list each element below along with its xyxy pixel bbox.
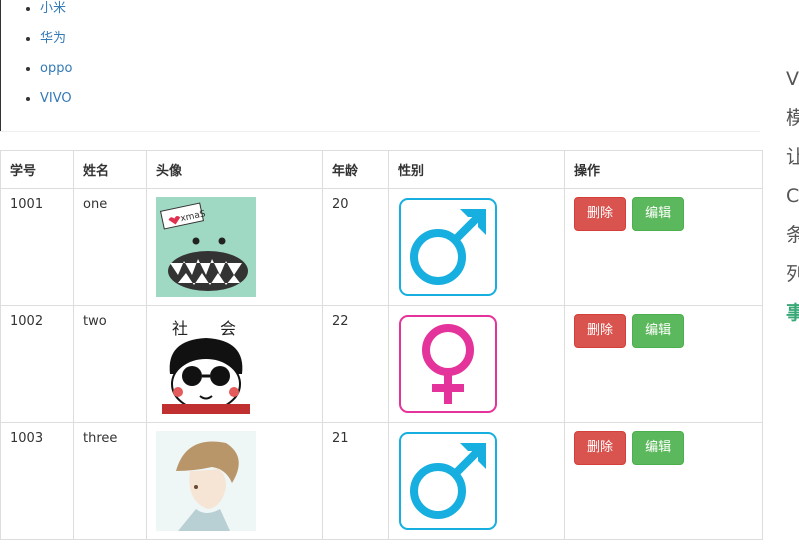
avatar-portrait-image — [156, 431, 256, 531]
brand-link-huawei[interactable]: 华为 — [40, 31, 66, 46]
cell-age: 21 — [322, 422, 389, 540]
edit-button[interactable]: 编辑 — [632, 197, 685, 231]
delete-button[interactable]: 删除 — [574, 197, 627, 231]
side-text: 模 — [786, 107, 799, 129]
cell-actions: 删除 编辑 — [564, 422, 763, 540]
delete-button[interactable]: 删除 — [574, 431, 627, 465]
cell-avatar: xmaS — [146, 188, 323, 306]
header-gender: 性别 — [388, 150, 565, 189]
header-id: 学号 — [0, 150, 74, 189]
side-text: 列 — [786, 263, 799, 285]
side-text: C — [786, 185, 799, 207]
list-item: 小米 — [40, 0, 72, 24]
cell-name: three — [73, 422, 147, 540]
female-icon — [399, 315, 497, 413]
meme-caption-1: 社 — [172, 319, 188, 338]
side-panel-clipped: Vu 模 让 C 条 列 事 — [786, 60, 799, 333]
student-table: 学号 姓名 头像 年龄 性别 操作 1001 one xmaS 20 删除 编辑… — [0, 150, 763, 540]
table-row: 1002 two 社 会 22 删除 编辑 — [0, 305, 763, 423]
edit-button[interactable]: 编辑 — [632, 431, 685, 465]
male-icon — [399, 198, 497, 296]
cell-id: 1003 — [0, 422, 74, 540]
list-item: 华为 — [40, 24, 72, 54]
cell-id: 1001 — [0, 188, 74, 306]
cell-avatar — [146, 422, 323, 540]
meme-caption-2: 会 — [220, 319, 236, 338]
header-name: 姓名 — [73, 150, 147, 189]
side-text: 条 — [786, 224, 799, 246]
brand-list: 小米 华为 oppo VIVO — [0, 0, 72, 114]
list-item: VIVO — [40, 84, 72, 114]
cell-name: two — [73, 305, 147, 423]
cell-actions: 删除 编辑 — [564, 305, 763, 423]
brand-link-xiaomi[interactable]: 小米 — [40, 1, 66, 16]
header-age: 年龄 — [322, 150, 389, 189]
side-text: Vu — [786, 68, 799, 90]
cell-gender — [388, 188, 565, 306]
cell-gender — [388, 422, 565, 540]
edit-button[interactable]: 编辑 — [632, 314, 685, 348]
side-text: 事 — [786, 302, 799, 324]
avatar-monster-image: xmaS — [156, 197, 256, 297]
side-text: 让 — [786, 146, 799, 168]
avatar-meme-image: 社 会 — [156, 314, 256, 414]
male-icon — [399, 432, 497, 530]
cell-id: 1002 — [0, 305, 74, 423]
brand-link-vivo[interactable]: VIVO — [40, 91, 72, 106]
table-row: 1001 one xmaS 20 删除 编辑 — [0, 188, 763, 306]
brand-link-oppo[interactable]: oppo — [40, 61, 72, 76]
divider — [0, 131, 760, 132]
table-row: 1003 three 21 删除 编辑 — [0, 422, 763, 540]
cell-age: 22 — [322, 305, 389, 423]
cell-name: one — [73, 188, 147, 306]
cell-gender — [388, 305, 565, 423]
cell-actions: 删除 编辑 — [564, 188, 763, 306]
header-actions: 操作 — [564, 150, 763, 189]
header-avatar: 头像 — [146, 150, 323, 189]
delete-button[interactable]: 删除 — [574, 314, 627, 348]
table-header-row: 学号 姓名 头像 年龄 性别 操作 — [0, 150, 763, 189]
cell-avatar: 社 会 — [146, 305, 323, 423]
cell-age: 20 — [322, 188, 389, 306]
list-item: oppo — [40, 54, 72, 84]
